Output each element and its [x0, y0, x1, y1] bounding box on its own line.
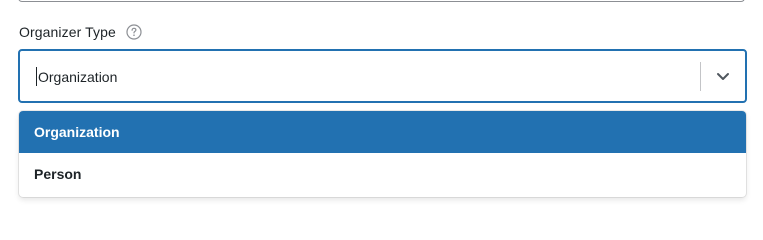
text-cursor [36, 67, 37, 86]
chevron-down-icon[interactable] [715, 68, 731, 84]
organizer-type-label-row: Organizer Type [19, 22, 142, 42]
organizer-type-select[interactable]: Organization [18, 49, 747, 103]
question-circle-icon[interactable] [126, 24, 142, 40]
organizer-type-label: Organizer Type [19, 24, 116, 40]
organizer-type-dropdown-menu: Organization Person [19, 111, 746, 197]
organizer-type-form: Organizer Type Organization Organization… [0, 0, 763, 202]
option-organization[interactable]: Organization [19, 111, 746, 153]
select-divider [700, 62, 701, 91]
previous-input-field[interactable] [18, 0, 745, 2]
organizer-type-selected-value: Organization [38, 69, 118, 85]
option-person[interactable]: Person [19, 153, 746, 195]
